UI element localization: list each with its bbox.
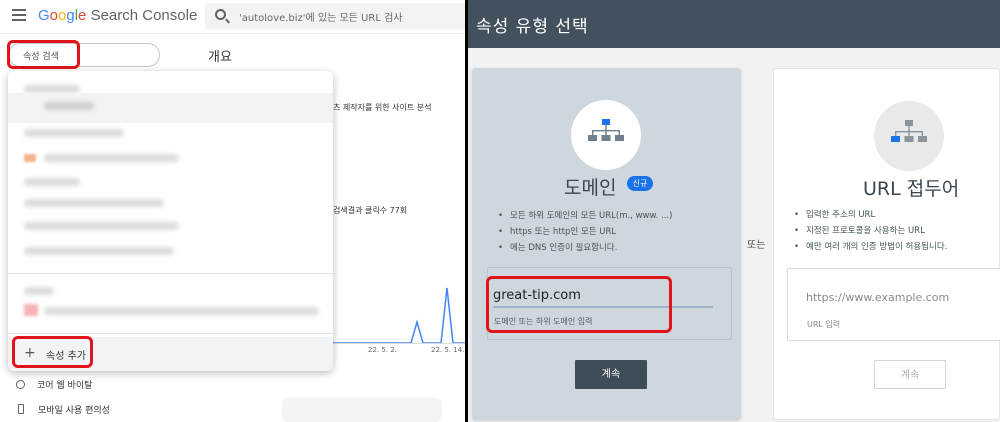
highlight-property-search bbox=[7, 40, 80, 69]
top-bar: Google Search Console 'autolove.biz'에 있는… bbox=[0, 0, 465, 34]
blurred-property-group bbox=[24, 287, 54, 295]
menu-icon[interactable] bbox=[12, 9, 26, 21]
feature-item: 예만 여러 개의 인증 방법이 허용됩니다. bbox=[794, 239, 947, 255]
url-prefix-feature-list: 입력한 주소의 URL 지정된 프로토콜을 사용하는 URL 예만 여러 개의 … bbox=[794, 207, 947, 255]
phone-icon bbox=[18, 404, 24, 414]
url-prefix-property-card[interactable]: URL 접두어 입력한 주소의 URL 지정된 프로토콜을 사용하는 URL 예… bbox=[773, 68, 1000, 420]
sitemap-icon bbox=[891, 120, 927, 142]
blurred-property-name bbox=[44, 102, 94, 110]
nav-item-core-web-vitals[interactable]: 코어 웹 바이탈 bbox=[16, 378, 92, 391]
page-title: 개요 bbox=[208, 50, 232, 65]
blurred-property-group bbox=[24, 178, 80, 186]
search-icon bbox=[215, 9, 226, 20]
dropdown-divider bbox=[8, 333, 333, 334]
site-favicon bbox=[24, 304, 38, 316]
nav-item-label: 모바일 사용 편의성 bbox=[38, 406, 110, 416]
new-badge: 신규 bbox=[627, 176, 653, 191]
clicks-summary-text: 검색결과 클릭수 77회 bbox=[333, 206, 408, 215]
dialog-header: 속성 유형 선택 bbox=[468, 0, 1000, 48]
url-input-hint: URL 입력 bbox=[807, 320, 841, 329]
performance-chart-line bbox=[333, 287, 465, 344]
highlight-domain-input bbox=[486, 276, 672, 333]
feature-item: 입력한 주소의 URL bbox=[794, 207, 947, 223]
highlight-add-property bbox=[12, 336, 93, 368]
property-item[interactable] bbox=[24, 222, 179, 230]
chart-axis bbox=[333, 343, 465, 344]
blurred-property-group bbox=[24, 129, 124, 137]
or-separator: 또는 bbox=[747, 240, 766, 251]
url-input-container bbox=[787, 268, 1000, 341]
feature-item: 지정된 프로토콜을 사용하는 URL bbox=[794, 223, 947, 239]
feature-item: https 또는 http인 모든 URL bbox=[498, 224, 673, 240]
app-name: Search Console bbox=[90, 7, 198, 24]
property-item[interactable] bbox=[44, 154, 179, 162]
property-item-selected[interactable] bbox=[8, 93, 333, 123]
domain-card-title: 도메인 bbox=[564, 177, 617, 199]
property-type-dialog: 속성 유형 선택 도메인 신규 모든 하위 도메인의 bbox=[468, 0, 1000, 422]
property-item[interactable] bbox=[24, 247, 174, 255]
domain-property-card[interactable]: 도메인 신규 모든 하위 도메인의 모든 URL(m., www. ...) h… bbox=[472, 68, 741, 420]
feature-item: 모든 하위 도메인의 모든 URL(m., www. ...) bbox=[498, 208, 672, 224]
url-input[interactable]: https://www.example.com bbox=[806, 291, 949, 304]
domain-continue-button[interactable]: 계속 bbox=[575, 360, 647, 389]
url-prefix-continue-button[interactable]: 계속 bbox=[874, 360, 946, 389]
dialog-title: 속성 유형 선택 bbox=[476, 17, 589, 37]
gauge-icon bbox=[16, 380, 25, 389]
url-inspection-placeholder: 'autolove.biz'에 있는 모든 URL 검사 bbox=[239, 13, 403, 24]
axis-tick-label: 22. 5. 14. bbox=[431, 346, 465, 354]
search-console-panel: Google Search Console 'autolove.biz'에 있는… bbox=[0, 0, 465, 422]
axis-tick-label: 22. 5. 2. bbox=[368, 346, 397, 354]
nav-item-mobile-usability[interactable]: 모바일 사용 편의성 bbox=[16, 403, 110, 416]
google-logo: Google bbox=[38, 7, 87, 24]
property-dropdown: + 속성 추가 bbox=[8, 71, 333, 371]
property-item[interactable] bbox=[24, 199, 164, 207]
url-inspection-search[interactable]: 'autolove.biz'에 있는 모든 URL 검사 bbox=[205, 3, 465, 30]
property-item[interactable] bbox=[44, 307, 319, 315]
background-card bbox=[282, 398, 442, 422]
google-search-console-logo[interactable]: Google Search Console bbox=[38, 7, 197, 24]
screenshot-root: Google Search Console 'autolove.biz'에 있는… bbox=[0, 0, 1000, 422]
domain-diagram-badge bbox=[571, 100, 641, 170]
blurred-property-group bbox=[24, 85, 80, 93]
url-prefix-card-title: URL 접두어 bbox=[863, 178, 960, 200]
feature-item: 에는 DNS 인증이 필요합니다. bbox=[498, 240, 673, 256]
domain-feature-list: 모든 하위 도메인의 모든 URL(m., www. ...) https 또는… bbox=[498, 208, 673, 256]
dropdown-divider bbox=[8, 273, 333, 274]
sitemap-icon bbox=[588, 119, 624, 141]
nav-item-label: 코어 웹 바이탈 bbox=[37, 381, 93, 391]
site-favicon bbox=[24, 154, 36, 162]
background-text-line: 츠 제작자를 위한 사이트 분석 bbox=[333, 103, 432, 112]
url-prefix-diagram-badge bbox=[874, 101, 944, 171]
